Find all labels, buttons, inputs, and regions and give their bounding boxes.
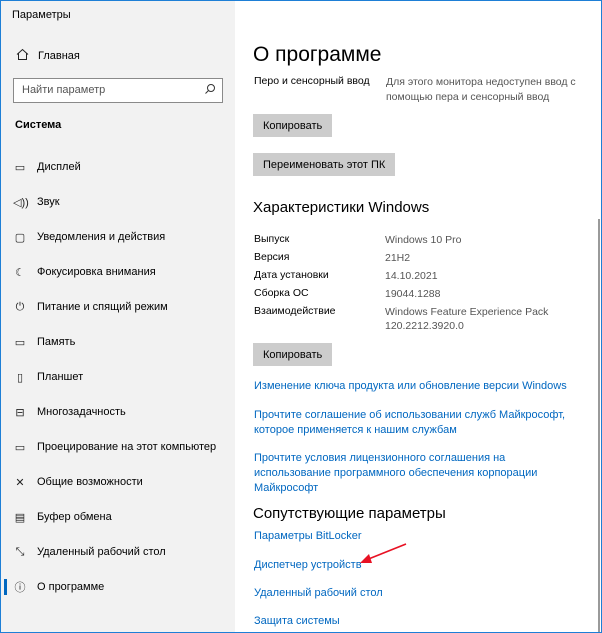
spec-value: 14.10.2021: [385, 270, 438, 282]
sidebar-item-label: Память: [37, 336, 76, 348]
windows-specs-title: Характеристики Windows: [253, 199, 430, 216]
info-icon: ⓘ: [14, 582, 26, 594]
system-protection-link[interactable]: Защита системы: [254, 614, 584, 629]
sidebar-item-power[interactable]: ⏻ Питание и спящий режим: [1, 296, 235, 318]
spec-value: Windows Feature Experience Pack 120.2212…: [385, 306, 549, 332]
search-input[interactable]: Найти параметр: [13, 78, 223, 103]
sidebar-item-label: Фокусировка внимания: [37, 266, 156, 278]
spec-key: Взаимодействие: [254, 305, 336, 317]
change-product-key-link[interactable]: Изменение ключа продукта или обновление …: [254, 379, 584, 394]
sidebar-item-tablet[interactable]: ▯ Планшет: [1, 366, 235, 388]
copy-windows-specs-button[interactable]: Копировать: [253, 343, 333, 366]
spec-value: 21H2: [385, 252, 411, 264]
sidebar-item-focus-assist[interactable]: ☾ Фокусировка внимания: [1, 261, 235, 283]
copy-device-specs-button[interactable]: Копировать: [253, 114, 333, 137]
spec-key: Сборка ОС: [254, 287, 309, 299]
page-title: О программе: [253, 43, 382, 66]
sidebar-item-label: Звук: [37, 196, 60, 208]
home-icon: [15, 48, 29, 64]
storage-icon: ▭: [14, 336, 26, 349]
shared-experiences-icon: ✕: [15, 476, 25, 489]
sidebar-item-about[interactable]: ⓘ О программе: [1, 576, 235, 598]
main-content: О программе Перо и сенсорный ввод Для эт…: [235, 1, 601, 632]
sidebar-item-label: Планшет: [37, 371, 84, 383]
spec-value: 19044.1288: [385, 288, 441, 300]
search-icon[interactable]: [204, 83, 216, 98]
window-title: Параметры: [12, 9, 71, 21]
settings-window: Параметры Главная Найти параметр Система…: [0, 0, 602, 633]
annotation-arrow-icon: [360, 543, 407, 563]
sidebar-item-remote-desktop[interactable]: ⤡ Удаленный рабочий стол: [1, 541, 235, 563]
sidebar-item-shared-experiences[interactable]: ✕ Общие возможности: [1, 471, 235, 493]
scrollbar[interactable]: [598, 219, 600, 632]
sidebar-item-label: Проецирование на этот компьютер: [37, 441, 217, 453]
sidebar-item-label: О программе: [37, 581, 105, 593]
tablet-icon: ▯: [16, 371, 24, 384]
spec-value: Windows 10 Pro: [385, 234, 462, 246]
sidebar-item-label: Буфер обмена: [37, 511, 112, 523]
display-icon: ▭: [14, 161, 26, 174]
sidebar-item-label: Многозадачность: [37, 406, 126, 418]
home-link[interactable]: Главная: [15, 48, 80, 64]
services-agreement-link[interactable]: Прочтите соглашение об использовании слу…: [254, 408, 584, 438]
device-manager-link[interactable]: Диспетчер устройств: [254, 558, 584, 573]
sidebar-item-notifications[interactable]: ▢ Уведомления и действия: [1, 226, 235, 248]
clipboard-icon: ▤: [14, 511, 26, 524]
pen-touch-label: Перо и сенсорный ввод: [254, 75, 370, 87]
sidebar-item-clipboard[interactable]: ▤ Буфер обмена: [1, 506, 235, 528]
sidebar-item-sound[interactable]: ◁)) Звук: [1, 191, 235, 213]
home-label: Главная: [38, 50, 80, 62]
sidebar-item-label: Уведомления и действия: [37, 231, 166, 243]
sidebar-item-projecting[interactable]: ▭ Проецирование на этот компьютер: [1, 436, 235, 458]
spec-key: Дата установки: [254, 269, 329, 281]
sidebar-item-label: Общие возможности: [37, 476, 143, 488]
pen-touch-value: Для этого монитора недоступен ввод с пом…: [386, 76, 576, 103]
rename-pc-button[interactable]: Переименовать этот ПК: [253, 153, 396, 176]
bitlocker-settings-link[interactable]: Параметры BitLocker: [254, 529, 584, 544]
power-icon: ⏻: [15, 300, 25, 313]
sidebar-item-display[interactable]: ▭ Дисплей: [1, 156, 235, 178]
remote-desktop-icon: ⤡: [15, 545, 25, 558]
sound-icon: ◁)): [13, 196, 29, 209]
sidebar-item-label: Дисплей: [37, 161, 81, 173]
spec-key: Выпуск: [254, 233, 290, 245]
sidebar-item-multitasking[interactable]: ⊟ Многозадачность: [1, 401, 235, 423]
projecting-icon: ▭: [14, 441, 26, 454]
multitasking-icon: ⊟: [15, 406, 25, 419]
spec-key: Версия: [254, 251, 290, 263]
sidebar-item-label: Удаленный рабочий стол: [37, 546, 166, 558]
sidebar-item-label: Питание и спящий режим: [37, 301, 168, 313]
notifications-icon: ▢: [14, 231, 26, 244]
section-title: Система: [15, 119, 62, 131]
focus-assist-icon: ☾: [15, 266, 25, 279]
sidebar-item-storage[interactable]: ▭ Память: [1, 331, 235, 353]
search-placeholder: Найти параметр: [22, 84, 106, 96]
related-settings-title: Сопутствующие параметры: [253, 505, 446, 522]
remote-desktop-link[interactable]: Удаленный рабочий стол: [254, 586, 584, 601]
sidebar: Параметры Главная Найти параметр Система…: [1, 1, 235, 632]
license-terms-link[interactable]: Прочтите условия лицензионного соглашени…: [254, 451, 584, 496]
